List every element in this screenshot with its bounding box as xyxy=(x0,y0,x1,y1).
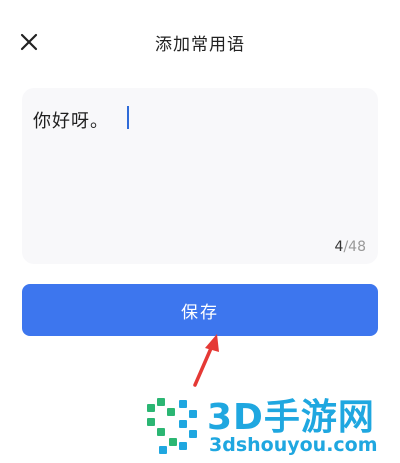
watermark-logo-icon xyxy=(147,398,197,454)
add-phrase-page: 添加常用语 你好呀。 4/48 保存 3D手游网 3dshouyou.com xyxy=(0,0,400,463)
watermark-brand: 3D手游网 xyxy=(207,397,375,438)
watermark-domain: 3dshouyou.com xyxy=(209,434,378,456)
watermark: 3D手游网 3dshouyou.com xyxy=(143,388,400,463)
